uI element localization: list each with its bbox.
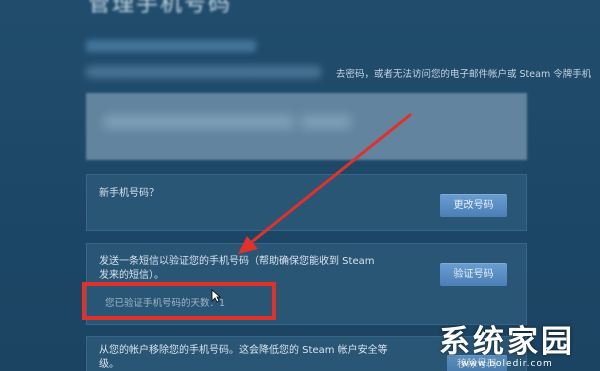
watermark-url: www.bоledir.com: [461, 359, 553, 369]
watermark-logo-text: 系统家园: [439, 324, 575, 360]
redacted-line: [301, 115, 351, 129]
verify-number-label: 发送一条短信以验证您的手机号码（帮助确保您能收到 Steam 发来的短信）。: [99, 256, 375, 281]
redacted-line: [104, 115, 294, 129]
page-title: 管理手机号码: [88, 0, 233, 17]
mouse-cursor-icon: [211, 289, 221, 303]
intro-text: 去密码，或者无法访问您的电子邮件帐户或 Steam 令牌手机: [336, 69, 592, 80]
change-number-button[interactable]: 更改号码: [440, 194, 507, 217]
redacted-intro-line: [86, 40, 256, 52]
redacted-phone-info: [86, 93, 527, 160]
new-number-label: 新手机号码？: [99, 188, 159, 199]
new-number-panel: 新手机号码？ 更改号码: [86, 174, 527, 231]
verify-number-button[interactable]: 验证号码: [440, 263, 507, 286]
site-watermark: 系统家园 www.bоledir.com: [418, 325, 596, 371]
red-highlight-box: [82, 282, 276, 320]
redacted-intro-line: [86, 66, 321, 78]
steam-manage-phone-page: 管理手机号码 去密码，或者无法访问您的电子邮件帐户或 Steam 令牌手机 新手…: [0, 0, 600, 371]
remove-number-label: 从您的帐户移除您的手机号码。这会降低您的 Steam 帐户安全等级。: [99, 345, 388, 370]
